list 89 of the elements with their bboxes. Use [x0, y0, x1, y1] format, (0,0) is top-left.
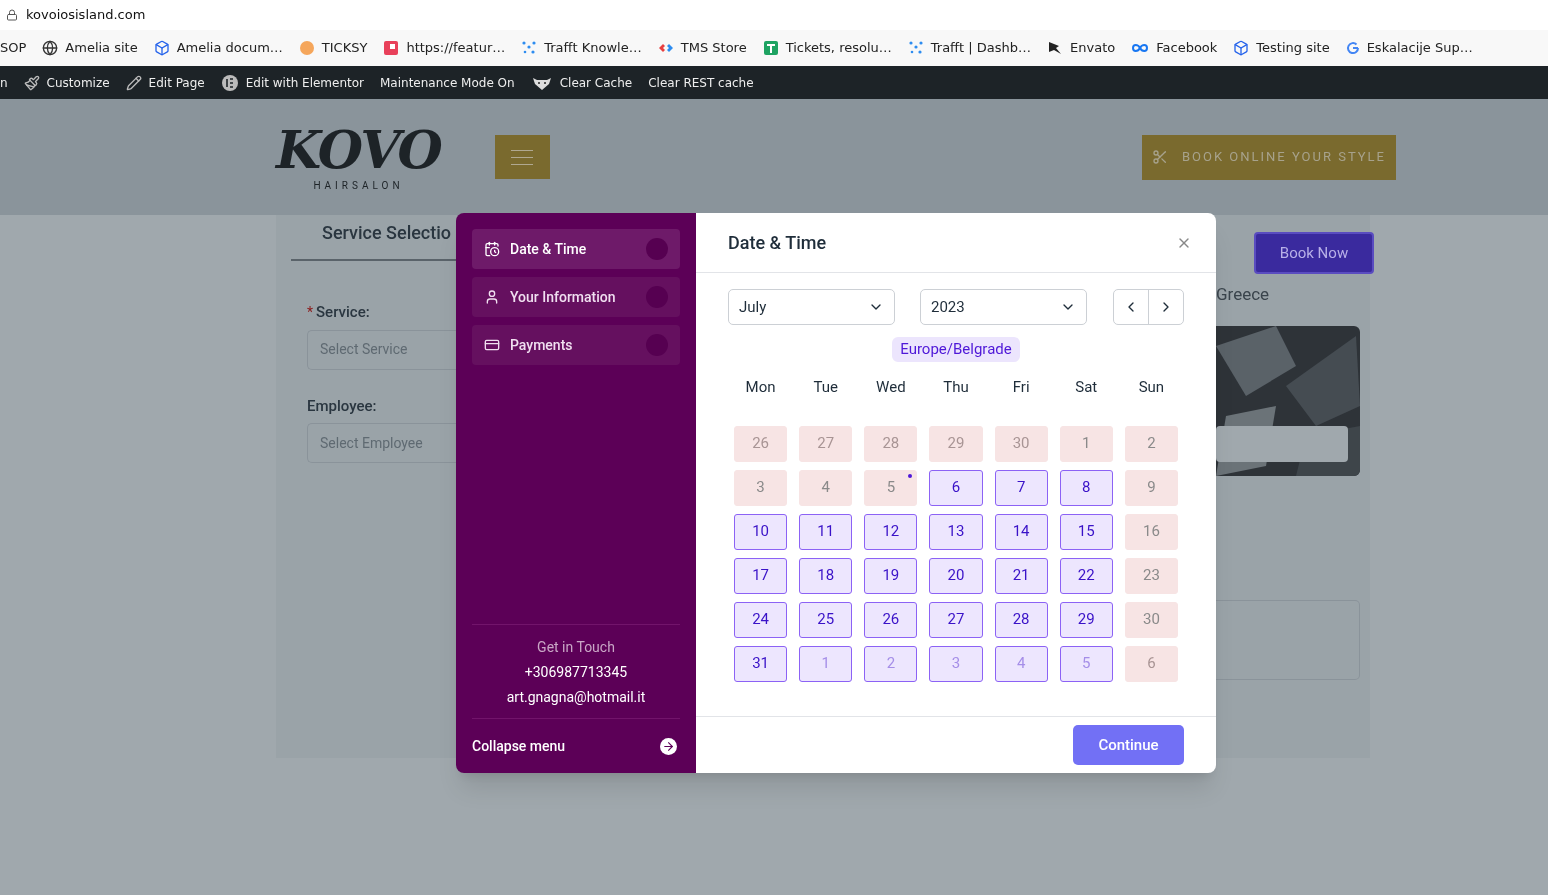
- admin-bar-item[interactable]: Clear REST cache: [648, 73, 754, 92]
- day-cell[interactable]: 27: [929, 601, 983, 638]
- weekday-label: Tue: [812, 377, 839, 399]
- bookmark[interactable]: Trafft | Dashb…: [907, 38, 1032, 58]
- dots-icon: [521, 40, 538, 56]
- field-label: Service:: [316, 302, 370, 323]
- timezone-badge: Europe/Belgrade: [892, 337, 1020, 362]
- cube-icon: [153, 40, 170, 56]
- bookmark[interactable]: Trafft Knowle…: [521, 38, 642, 58]
- calendar-icon: [484, 241, 500, 257]
- day-cell[interactable]: 6: [929, 469, 983, 506]
- day-cell[interactable]: 10: [734, 513, 788, 550]
- scissors-icon: [1151, 149, 1168, 165]
- day-cell[interactable]: 15: [1059, 513, 1113, 550]
- day-cell[interactable]: 7: [994, 469, 1048, 506]
- collapse-menu-button[interactable]: Collapse menu: [472, 735, 680, 757]
- day-cell[interactable]: 31: [734, 645, 788, 682]
- month-select[interactable]: July: [728, 289, 895, 325]
- step-item[interactable]: Date & Time: [472, 229, 680, 269]
- bookmark[interactable]: SOP: [0, 38, 27, 58]
- bookmark[interactable]: Amelia site: [42, 38, 138, 58]
- step-item[interactable]: Payments: [472, 325, 680, 365]
- required-mark: *: [307, 302, 314, 322]
- card-icon: [484, 337, 500, 353]
- day-cell[interactable]: 12: [864, 513, 918, 550]
- brush-icon: [23, 74, 40, 91]
- admin-bar-item[interactable]: Edit Page: [125, 73, 205, 92]
- bookmark[interactable]: Amelia docum…: [153, 38, 283, 58]
- contact-title: Get in Touch: [537, 638, 615, 657]
- admin-bar-item[interactable]: n: [0, 73, 8, 92]
- weekday-label: Sun: [1137, 377, 1166, 399]
- sheet-icon: [762, 40, 779, 56]
- g-icon: [1345, 41, 1360, 55]
- section-title: Service Selectio: [322, 221, 452, 245]
- dialog-title: Date & Time: [728, 231, 827, 255]
- email-address: art.gnagna@hotmail.it: [506, 688, 646, 707]
- bookmark[interactable]: Envato: [1047, 38, 1116, 58]
- weekday-label: Sat: [1074, 377, 1099, 399]
- book-now-button[interactable]: Book Now: [1254, 232, 1374, 274]
- day-cell[interactable]: 21: [994, 557, 1048, 594]
- bookmark[interactable]: Eskalacije Sup…: [1345, 38, 1473, 58]
- day-cell[interactable]: 13: [929, 513, 983, 550]
- weekday-label: Wed: [875, 377, 907, 399]
- day-cell[interactable]: 29: [1059, 601, 1113, 638]
- continue-button[interactable]: Continue: [1073, 725, 1184, 765]
- admin-bar-item[interactable]: Customize: [23, 73, 110, 92]
- bookmark[interactable]: https://featur…: [383, 38, 506, 58]
- day-cell[interactable]: 14: [994, 513, 1048, 550]
- admin-bar-item[interactable]: Edit with Elementor: [220, 73, 364, 92]
- square-icon: [383, 40, 400, 56]
- step-item[interactable]: Your Information: [472, 277, 680, 317]
- day-cell[interactable]: 26: [864, 601, 918, 638]
- day-cell[interactable]: 25: [799, 601, 853, 638]
- day-cell[interactable]: 17: [734, 557, 788, 594]
- lock-icon: [6, 9, 18, 21]
- pencil-icon: [125, 74, 142, 91]
- admin-bar-item[interactable]: Maintenance Mode On: [380, 73, 515, 92]
- weekday-label: Thu: [942, 377, 970, 399]
- location-text: Greece: [1216, 283, 1271, 306]
- bookmark[interactable]: Testing site: [1233, 38, 1330, 58]
- cube-icon: [1233, 40, 1250, 56]
- year-select[interactable]: 2023: [920, 289, 1087, 325]
- day-cell[interactable]: 11: [799, 513, 853, 550]
- url-text[interactable]: kovoiosisland.com: [26, 5, 146, 25]
- menu-button[interactable]: [494, 135, 550, 179]
- globe-icon: [42, 40, 59, 56]
- day-cell[interactable]: 19: [864, 557, 918, 594]
- day-cell[interactable]: 28: [994, 601, 1048, 638]
- logo-subtitle: HAIRSALON: [313, 178, 404, 193]
- weekday-label: Mon: [744, 377, 777, 399]
- phone-number: +306987713345: [524, 663, 628, 682]
- infinity-icon: [1131, 42, 1150, 54]
- arrow-right-icon: [660, 737, 677, 755]
- field-label: Employee:: [307, 395, 378, 417]
- day-cell[interactable]: 24: [734, 601, 788, 638]
- user-icon: [484, 289, 500, 305]
- bookmark[interactable]: TMS Store: [657, 38, 747, 58]
- dots-icon: [907, 40, 924, 56]
- weekday-label: Fri: [1011, 377, 1031, 399]
- day-cell[interactable]: 20: [929, 557, 983, 594]
- admin-bar-item[interactable]: Clear Cache: [530, 73, 633, 92]
- day-cell[interactable]: 18: [799, 557, 853, 594]
- bookmark[interactable]: Facebook: [1131, 38, 1218, 58]
- day-cell[interactable]: 22: [1059, 557, 1113, 594]
- bookmark[interactable]: Tickets, resolu…: [762, 38, 892, 58]
- day-cell[interactable]: 8: [1059, 469, 1113, 506]
- logo-text: KOVO: [276, 121, 441, 178]
- bookmark[interactable]: TICKSY: [298, 38, 368, 58]
- elementor-icon: [220, 73, 239, 92]
